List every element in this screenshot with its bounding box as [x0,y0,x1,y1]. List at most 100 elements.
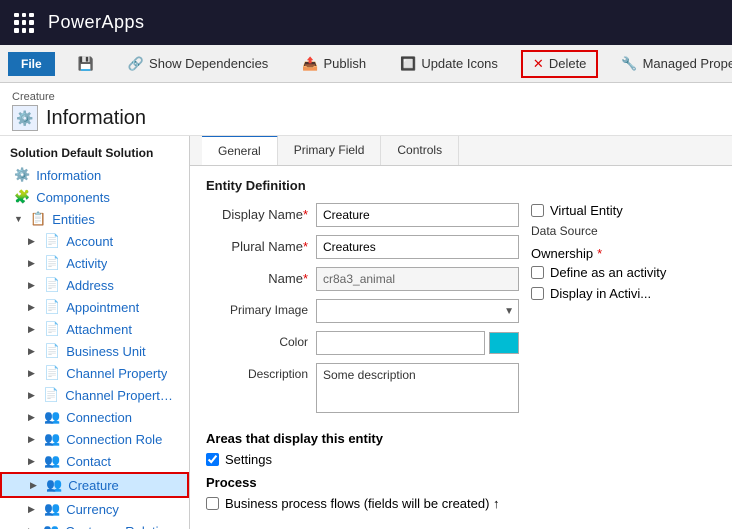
attachment-icon: 📄 [44,321,60,337]
define-as-activity-label: Define as an activity [550,265,666,280]
channel-property-g-expand-arrow[interactable]: ▶ [28,390,37,401]
managed-properties-button[interactable]: 🔧 Managed Properties [610,51,732,77]
connection-role-expand-arrow[interactable]: ▶ [28,434,38,445]
sidebar-item-channel-property[interactable]: ▶ 📄 Channel Property [0,362,189,384]
settings-row: Settings [206,452,716,467]
tab-primary-field[interactable]: Primary Field [278,136,382,165]
currency-icon: 👥 [44,501,60,517]
creature-expand-arrow[interactable]: ▶ [30,480,40,491]
data-source-label: Data Source [531,224,716,238]
sidebar-item-attachment[interactable]: ▶ 📄 Attachment [0,318,189,340]
update-icons-button[interactable]: 🔲 Update Icons [389,51,509,77]
sidebar-item-contact[interactable]: ▶ 👥 Contact [0,450,189,472]
sidebar-item-address[interactable]: ▶ 📄 Address [0,274,189,296]
entity-header: Creature ⚙️ Information [0,83,732,136]
virtual-entity-row: Virtual Entity [531,203,716,218]
contact-expand-arrow[interactable]: ▶ [28,456,38,467]
business-process-checkbox[interactable] [206,497,219,510]
form-columns: Display Name* Plural Name* N [206,203,716,421]
channel-property-icon: 📄 [44,365,60,381]
form-right-column: Virtual Entity Data Source Ownership* De… [519,203,716,421]
sidebar-item-account[interactable]: ▶ 📄 Account [0,230,189,252]
breadcrumb: Creature [12,91,720,103]
business-unit-expand-arrow[interactable]: ▶ [28,346,38,357]
customer-relations-icon: 👥 [43,523,59,529]
display-in-activity-checkbox[interactable] [531,287,544,300]
customer-relations-expand-arrow[interactable]: ▶ [28,526,37,529]
content-area: General Primary Field Controls Entity De… [190,136,732,529]
save-button[interactable]: 💾 [67,51,105,77]
sidebar-item-information[interactable]: ⚙️ Information [0,164,189,186]
account-expand-arrow[interactable]: ▶ [28,236,38,247]
address-icon: 📄 [44,277,60,293]
color-input[interactable] [316,331,485,355]
connection-icon: 👥 [44,409,60,425]
sidebar-item-connection[interactable]: ▶ 👥 Connection [0,406,189,428]
managed-properties-icon: 🔧 [621,56,637,72]
sidebar: Solution Default Solution ⚙️ Information… [0,136,190,529]
primary-image-select[interactable]: ▼ [316,299,519,323]
tab-controls[interactable]: Controls [381,136,459,165]
publish-button[interactable]: 📤 Publish [291,51,377,77]
sidebar-item-connection-role[interactable]: ▶ 👥 Connection Role [0,428,189,450]
waffle-icon[interactable] [10,9,38,37]
primary-image-dropdown-arrow: ▼ [504,306,514,317]
sidebar-item-activity[interactable]: ▶ 📄 Activity [0,252,189,274]
business-unit-icon: 📄 [44,343,60,359]
color-row: Color [206,331,519,355]
color-label: Color [206,331,316,349]
ownership-label: Ownership [531,246,593,261]
sidebar-item-currency[interactable]: ▶ 👥 Currency [0,498,189,520]
business-process-row: Business process flows (fields will be c… [206,496,716,511]
components-icon: 🧩 [14,189,30,205]
virtual-entity-checkbox[interactable] [531,204,544,217]
sidebar-section-title: Solution Default Solution [0,142,189,164]
sidebar-item-entities[interactable]: ▼ 📋 Entities [0,208,189,230]
activity-expand-arrow[interactable]: ▶ [28,258,38,269]
sidebar-item-components-label: Components [36,190,110,205]
account-icon: 📄 [44,233,60,249]
process-section: Process Business process flows (fields w… [206,475,716,511]
sidebar-item-components[interactable]: 🧩 Components [0,186,189,208]
entity-title-row: ⚙️ Information [12,105,720,131]
sidebar-item-business-unit[interactable]: ▶ 📄 Business Unit [0,340,189,362]
plural-name-row: Plural Name* [206,235,519,259]
sidebar-item-appointment[interactable]: ▶ 📄 Appointment [0,296,189,318]
color-swatch[interactable] [489,332,519,354]
appointment-expand-arrow[interactable]: ▶ [28,302,38,313]
connection-expand-arrow[interactable]: ▶ [28,412,38,423]
form-content: Entity Definition Display Name* Plural [190,166,732,529]
toolbar: File 💾 🔗 Show Dependencies 📤 Publish 🔲 U… [0,45,732,83]
description-row: Description Some description [206,363,519,413]
ownership-row: Ownership* [531,246,716,261]
description-textarea[interactable]: Some description [316,363,519,413]
display-name-input[interactable] [316,203,519,227]
sidebar-item-creature[interactable]: ▶ 👥 Creature [0,472,189,498]
delete-icon: ✕ [533,56,544,72]
top-bar: PowerApps [0,0,732,45]
define-as-activity-row: Define as an activity [531,265,716,280]
entity-definition-title: Entity Definition [206,178,716,193]
plural-name-input[interactable] [316,235,519,259]
sidebar-item-channel-property-g[interactable]: ▶ 📄 Channel Property G... [0,384,189,406]
entities-expand-arrow[interactable]: ▼ [14,214,24,224]
settings-checkbox[interactable] [206,453,219,466]
tab-bar: General Primary Field Controls [190,136,732,166]
main-layout: Solution Default Solution ⚙️ Information… [0,136,732,529]
delete-button[interactable]: ✕ Delete [521,50,598,78]
show-dependencies-button[interactable]: 🔗 Show Dependencies [117,51,279,77]
channel-property-expand-arrow[interactable]: ▶ [28,368,38,379]
define-as-activity-checkbox[interactable] [531,266,544,279]
file-button[interactable]: File [8,52,55,76]
primary-image-row: Primary Image ▼ [206,299,519,323]
currency-expand-arrow[interactable]: ▶ [28,504,38,515]
contact-icon: 👥 [44,453,60,469]
address-expand-arrow[interactable]: ▶ [28,280,38,291]
tab-general[interactable]: General [202,136,278,165]
attachment-expand-arrow[interactable]: ▶ [28,324,38,335]
dependencies-icon: 🔗 [128,56,144,72]
information-icon: ⚙️ [14,167,30,183]
display-in-activity-row: Display in Activi... [531,286,716,301]
business-process-label: Business process flows (fields will be c… [225,496,500,511]
creature-icon: 👥 [46,477,62,493]
